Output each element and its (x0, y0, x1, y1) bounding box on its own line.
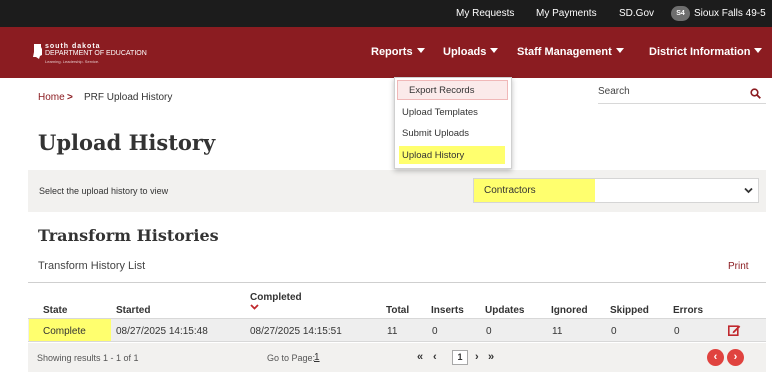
main-nav: south dakota DEPARTMENT OF EDUCATION Lea… (0, 27, 772, 78)
chevron-down-icon (744, 187, 753, 194)
cell-started: 08/27/2025 14:15:48 (116, 326, 208, 337)
goto-page-input[interactable]: 1 (314, 352, 320, 363)
cell-inserts: 0 (432, 326, 438, 337)
nav-district-information-label: District Information (649, 46, 751, 58)
pagination-footer: Showing results 1 - 1 of 1 Go to Page: 1… (28, 343, 766, 372)
state-outline-icon (33, 44, 42, 59)
edit-icon[interactable] (728, 324, 741, 336)
cell-skipped: 0 (611, 326, 617, 337)
menu-item-export-records-label: Export Records (409, 85, 475, 96)
goto-page-label: Go to Page: (267, 353, 316, 363)
uploads-dropdown-menu: Export Records Upload Templates Submit U… (394, 77, 512, 169)
menu-item-export-records[interactable]: Export Records (397, 80, 508, 100)
menu-item-upload-history-label: Upload History (402, 150, 465, 161)
divider (28, 282, 766, 283)
cell-completed: 08/27/2025 14:15:51 (250, 326, 342, 337)
next-page-icon[interactable]: › (475, 351, 479, 363)
previous-page-icon[interactable]: ‹ (433, 351, 437, 363)
logo-tagline: Learning. Leadership. Service. (45, 59, 100, 64)
logo-line1: south dakota (45, 43, 101, 50)
cell-errors: 0 (674, 326, 680, 337)
header-skipped[interactable]: Skipped (610, 305, 649, 316)
print-link[interactable]: Print (728, 261, 749, 272)
my-requests-link[interactable]: My Requests (456, 8, 514, 19)
sd-doe-logo[interactable]: south dakota DEPARTMENT OF EDUCATION Lea… (33, 43, 183, 65)
logo-line2: DEPARTMENT OF EDUCATION (45, 50, 147, 57)
search-box (598, 82, 766, 104)
current-page-button[interactable]: 1 (452, 350, 468, 365)
search-icon[interactable] (750, 88, 761, 99)
nav-staff-management[interactable]: Staff Management (517, 46, 624, 58)
header-errors[interactable]: Errors (673, 305, 703, 316)
chevron-down-icon (416, 48, 425, 53)
header-inserts[interactable]: Inserts (431, 305, 464, 316)
list-title: Transform History List (38, 260, 146, 272)
select-value: Contractors (484, 185, 536, 196)
breadcrumb-current: PRF Upload History (84, 92, 173, 103)
chevron-down-icon (490, 48, 499, 53)
menu-item-submit-uploads[interactable]: Submit Uploads (402, 128, 469, 139)
breadcrumb-home[interactable]: Home (38, 92, 65, 103)
chevron-down-icon (754, 48, 763, 53)
my-payments-link[interactable]: My Payments (536, 8, 597, 19)
section-title: Transform Histories (38, 226, 219, 245)
scroll-left-icon[interactable]: ‹ (707, 349, 724, 366)
menu-item-upload-templates[interactable]: Upload Templates (402, 107, 478, 118)
header-updates[interactable]: Updates (485, 305, 524, 316)
sort-descending-icon[interactable] (250, 304, 259, 310)
filter-label: Select the upload history to view (39, 186, 169, 196)
header-ignored[interactable]: Ignored (551, 305, 588, 316)
nav-uploads[interactable]: Uploads (443, 46, 499, 58)
breadcrumb-separator: > (67, 92, 73, 103)
filter-panel: Select the upload history to view Contra… (28, 170, 766, 212)
header-completed[interactable]: Completed (250, 292, 302, 303)
page-title: Upload History (38, 130, 216, 155)
nav-district-information[interactable]: District Information (649, 46, 763, 58)
avatar[interactable]: S4 (671, 6, 690, 21)
scroll-right-icon[interactable]: › (727, 349, 744, 366)
sd-gov-link[interactable]: SD.Gov (619, 8, 654, 19)
chevron-down-icon (615, 48, 624, 53)
nav-reports[interactable]: Reports (371, 46, 425, 58)
header-total[interactable]: Total (386, 305, 409, 316)
cell-total: 11 (387, 326, 398, 337)
cell-ignored: 11 (552, 326, 563, 337)
header-started[interactable]: Started (116, 305, 150, 316)
upload-history-select[interactable]: Contractors (473, 178, 759, 203)
nav-staff-management-label: Staff Management (517, 46, 612, 58)
cell-updates: 0 (486, 326, 492, 337)
nav-uploads-label: Uploads (443, 46, 487, 58)
last-page-icon[interactable]: » (488, 351, 494, 363)
district-name-link[interactable]: Sioux Falls 49-5 (694, 8, 766, 19)
search-input[interactable] (598, 86, 738, 97)
cell-state: Complete (43, 326, 86, 337)
results-summary: Showing results 1 - 1 of 1 (37, 353, 139, 363)
header-state[interactable]: State (43, 305, 67, 316)
first-page-icon[interactable]: « (417, 351, 423, 363)
utility-bar: My Requests My Payments SD.Gov S4 Sioux … (0, 0, 772, 27)
nav-reports-label: Reports (371, 46, 413, 58)
